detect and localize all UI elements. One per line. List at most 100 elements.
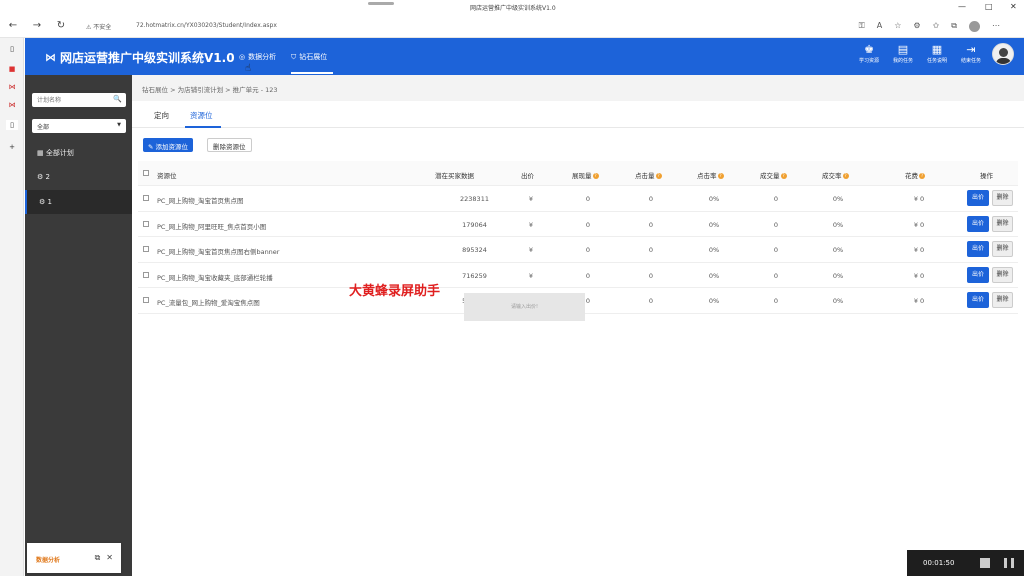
app-header: ⋈ 网店运营推广中级实训系统V1.0 ◎ 数据分析 ⛉ 钻石展位 ♚ 学习资源 … <box>25 38 1024 75</box>
plan-sidebar: 🔍 全部 ▼ ▦ 全部计划 ⚙ 2 ⚙ 1 <box>25 75 132 576</box>
tab-favicon-icon[interactable]: ■ <box>6 64 18 74</box>
avatar[interactable] <box>992 43 1014 65</box>
cell-orders: 0 <box>773 271 779 280</box>
tab-favicon-icon[interactable]: ⋈ <box>6 82 18 92</box>
cell-bid: ¥ <box>528 246 534 254</box>
document-icon: ▤ <box>897 43 909 56</box>
mouse-cursor-icon: ☝ <box>245 63 252 74</box>
header-bid: 出价 <box>521 172 534 180</box>
close-icon[interactable]: ✕ <box>106 553 113 563</box>
row-checkbox[interactable] <box>143 297 149 303</box>
extensions-icon[interactable]: ⚙ <box>913 21 920 32</box>
cell-cvr: 0% <box>832 297 844 305</box>
breadcrumb: 钻石展位 > 为店铺引流计划 > 推广单元 - 123 <box>142 86 278 94</box>
tab-actions-icon[interactable]: ▯ <box>6 44 18 54</box>
read-aloud-icon[interactable]: A <box>877 21 882 32</box>
tab-targeting[interactable]: 定向 <box>154 110 169 121</box>
row-checkbox[interactable] <box>143 271 149 278</box>
tab-indicator[interactable] <box>368 2 394 5</box>
tab-active-underline <box>185 126 221 128</box>
tab-resource-slots[interactable]: 资源位 <box>190 110 213 121</box>
recorder-bar: 00:01:50 <box>907 550 1024 576</box>
minimize-button[interactable]: — <box>958 2 966 11</box>
help-icon[interactable]: ? <box>592 173 599 179</box>
more-icon[interactable]: ⋯ <box>992 21 1000 32</box>
sidebar-item-plan-1[interactable]: ⚙ 1 <box>25 190 132 214</box>
my-tasks-button[interactable]: ▤ 我的任务 <box>890 43 916 64</box>
cell-ctr: 0% <box>708 246 720 254</box>
gear-icon: ⚙ <box>39 198 46 206</box>
popup-title[interactable]: 数据分析 <box>36 555 60 564</box>
cell-orders: 0 <box>773 297 779 305</box>
window-title: 网店运营推广中级实训系统V1.0 <box>470 5 556 12</box>
data-analysis-popup: 数据分析 ⧉ ✕ <box>27 543 121 573</box>
back-icon[interactable]: ← <box>6 20 20 31</box>
help-icon[interactable]: ? <box>842 173 849 179</box>
task-description-button[interactable]: ▦ 任务说明 <box>924 43 950 64</box>
row-checkbox[interactable] <box>143 220 149 227</box>
bid-button[interactable]: 出价 <box>967 241 989 257</box>
delete-row-button[interactable]: 删除 <box>992 190 1013 206</box>
page-tab-icon[interactable]: ▯ <box>6 120 18 130</box>
cell-impressions: 0 <box>585 271 591 280</box>
security-label: 不安全 <box>93 24 112 31</box>
help-icon[interactable]: ? <box>655 173 662 179</box>
help-icon[interactable]: ? <box>919 173 925 179</box>
security-warning[interactable]: ⚠ 不安全 <box>86 22 111 31</box>
delete-row-button[interactable]: 删除 <box>992 266 1013 283</box>
search-icon[interactable]: 🔍 <box>113 95 122 103</box>
favorites-icon[interactable]: ✩ <box>933 21 940 32</box>
nav-active-underline <box>291 72 333 74</box>
recorder-time: 00:01:50 <box>923 559 955 567</box>
cell-resource-name: PC_网上购物_淘宝首页焦点图右侧banner <box>157 248 280 256</box>
cell-clicks: 0 <box>648 220 654 229</box>
new-tab-icon[interactable]: + <box>6 142 18 152</box>
bid-button[interactable]: 出价 <box>967 215 989 232</box>
tab-favicon-icon[interactable]: ⋈ <box>6 100 18 110</box>
stop-icon[interactable] <box>980 558 990 568</box>
cell-cvr: 0% <box>832 220 844 229</box>
sidebar-item-plan-2[interactable]: ⚙ 2 <box>25 165 132 189</box>
table-row: PC_网上购物_淘宝首页焦点图 2238311 ¥0 0 0% 0 0% ¥ 0 出价 删除 <box>138 186 1018 212</box>
favorite-icon[interactable]: ☆ <box>894 21 901 32</box>
app-title: 网店运营推广中级实训系统V1.0 <box>60 51 235 65</box>
delete-row-button[interactable]: 删除 <box>992 215 1013 232</box>
cell-bid: ¥ <box>528 195 534 203</box>
close-window-button[interactable]: ✕ <box>1010 2 1017 11</box>
delete-row-button[interactable]: 删除 <box>992 292 1013 308</box>
header-label: 成交率 <box>822 172 842 180</box>
pause-icon[interactable] <box>1004 558 1014 568</box>
table-row: PC_网上购物_淘宝首页焦点图右侧banner 895324 ¥0 0 0% 0 0% ¥ 0… <box>138 237 1018 263</box>
row-checkbox[interactable] <box>143 246 149 252</box>
help-icon[interactable]: ? <box>717 173 724 179</box>
profile-icon[interactable] <box>969 21 980 32</box>
nav-data-analysis[interactable]: ◎ 数据分析 <box>239 52 276 62</box>
sidebar-item-all-plans[interactable]: ▦ 全部计划 <box>25 140 132 164</box>
bid-button[interactable]: 出价 <box>967 266 989 283</box>
end-task-button[interactable]: ⇥ 结束任务 <box>958 43 984 64</box>
refresh-icon[interactable]: ↻ <box>54 20 68 31</box>
plan-filter-select[interactable]: 全部 ▼ <box>32 119 126 133</box>
restore-icon[interactable]: ⧉ <box>95 553 101 563</box>
nav-diamond-booth[interactable]: ⛉ 钻石展位 <box>291 52 327 62</box>
learning-resources-button[interactable]: ♚ 学习资源 <box>856 43 882 64</box>
plan-search-input[interactable] <box>32 93 110 107</box>
forward-icon[interactable]: → <box>30 20 44 31</box>
exit-icon: ⇥ <box>966 43 976 56</box>
bid-button[interactable]: 出价 <box>967 190 989 206</box>
help-icon[interactable]: ? <box>780 173 787 179</box>
maximize-button[interactable]: □ <box>985 2 993 11</box>
add-resource-button[interactable]: ✎ 添加资源位 <box>143 138 194 152</box>
bid-button[interactable]: 出价 <box>967 292 989 308</box>
cell-impressions: 0 <box>585 246 591 254</box>
url-field[interactable]: 72.hotmatrix.cn/YX030203/Student/Index.a… <box>136 22 277 29</box>
key-icon[interactable]: ⚿ <box>859 21 865 32</box>
collections-icon[interactable]: ⧉ <box>951 21 957 32</box>
select-all-checkbox[interactable] <box>143 170 149 176</box>
breadcrumb-bar: 钻石展位 > 为店铺引流计划 > 推广单元 - 123 <box>132 75 1024 101</box>
delete-resource-button[interactable]: 删除资源位 <box>207 138 252 152</box>
delete-row-button[interactable]: 删除 <box>992 241 1013 257</box>
row-checkbox[interactable] <box>143 195 149 201</box>
header-item-label: 任务说明 <box>926 58 947 64</box>
resource-table: 资源位 潜在买家数据 出价 展现量? 点击量? 点击率? 成交量? 成交率? 花… <box>138 161 1018 314</box>
